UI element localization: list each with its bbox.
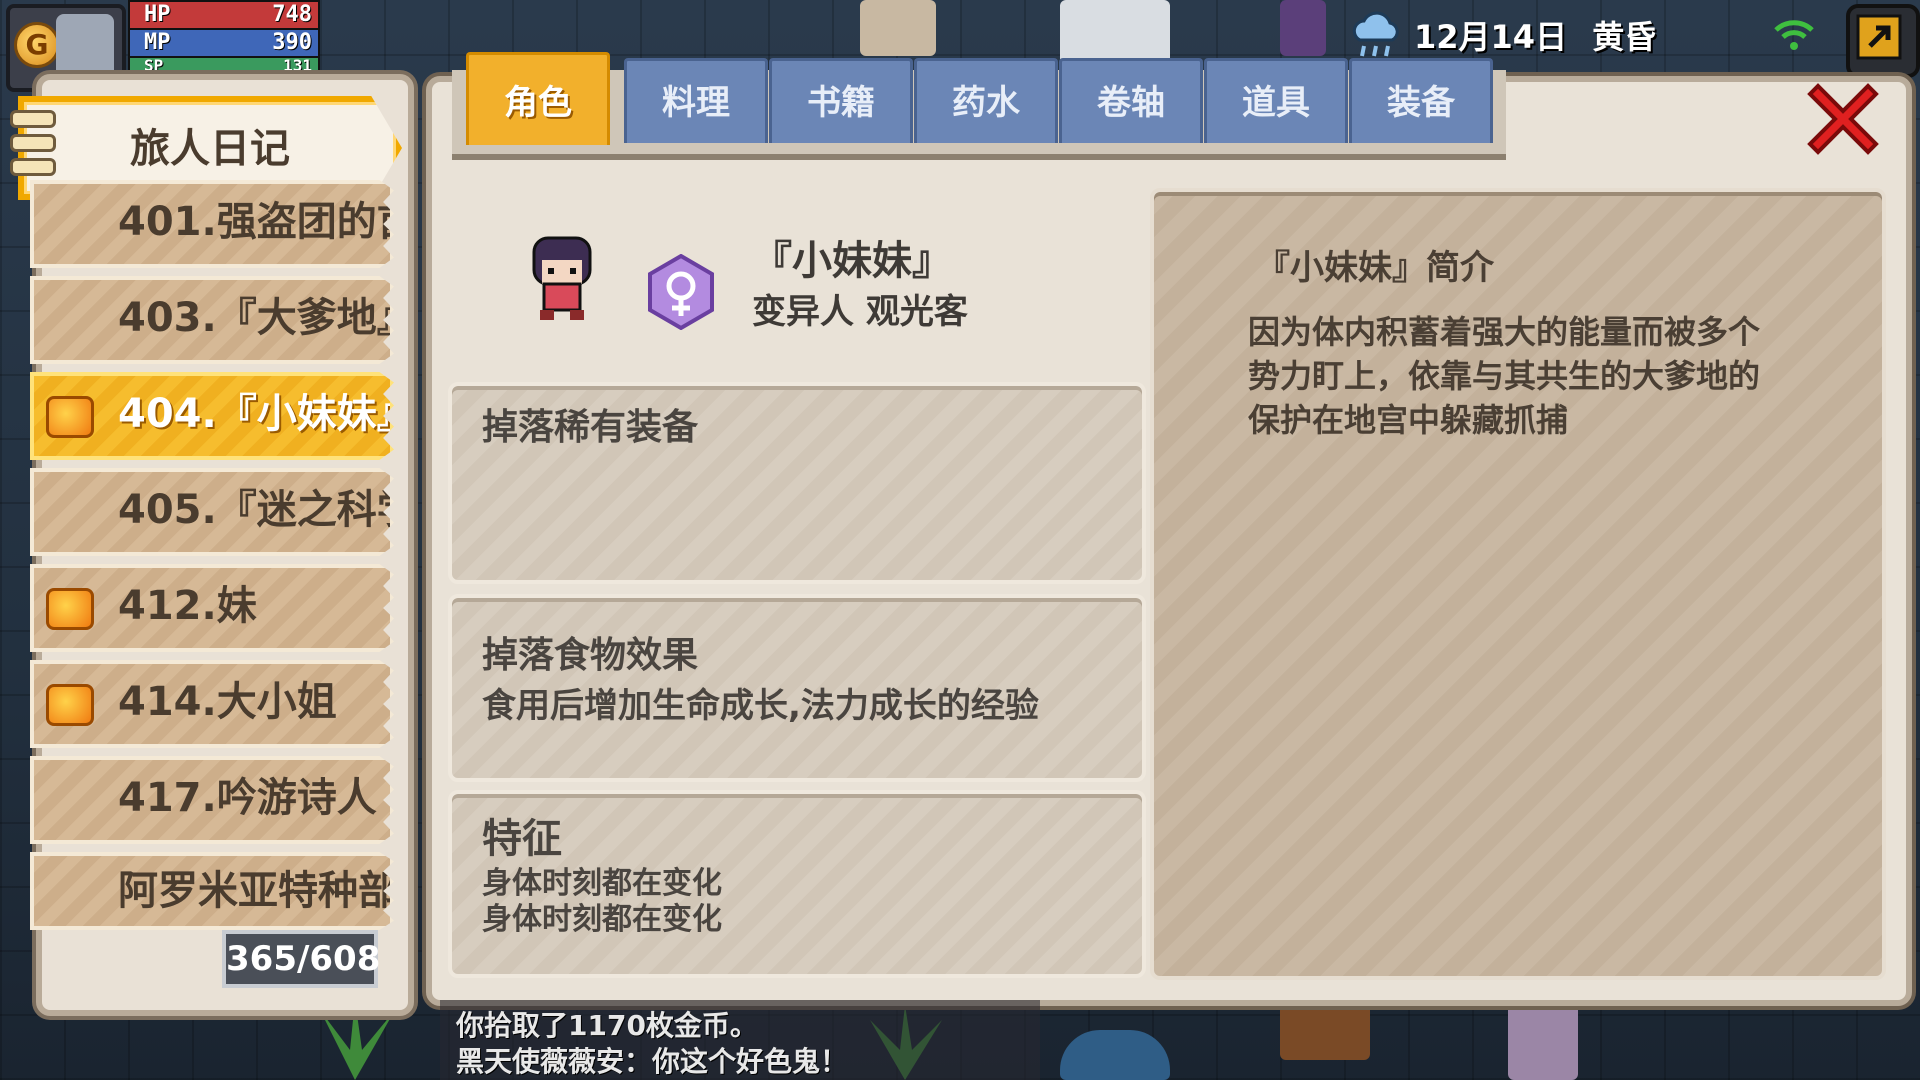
list-item-label: 403.『大爹地』 [118, 295, 394, 341]
character-sprite [532, 236, 592, 320]
tab-character[interactable]: 角色 [466, 52, 610, 145]
npc-sprite [1508, 1000, 1578, 1080]
sp-bar: SP 131 [128, 56, 320, 76]
food-effect-box: 掉落食物效果 食用后增加生命成长,法力成长的经验 [448, 594, 1146, 782]
binder-ring-icon [10, 134, 56, 152]
tab-equipment[interactable]: 装备 [1349, 58, 1493, 143]
close-icon[interactable] [1800, 76, 1886, 162]
rare-equipment-title: 掉落稀有装备 [482, 407, 699, 448]
list-item-5[interactable]: 414.大小姐 [30, 660, 394, 748]
traits-title: 特征 [482, 816, 562, 862]
mp-label: MP [144, 30, 171, 55]
tab-scrolls[interactable]: 卷轴 [1059, 58, 1203, 143]
list-item-label: 405.『迷之科学家 [118, 487, 390, 533]
hp-value: 748 [272, 2, 312, 27]
female-symbol-icon [648, 254, 714, 330]
character-tags: 变异人 观光客 [752, 292, 968, 332]
binder-ring-icon [10, 110, 56, 128]
list-item-7[interactable]: 阿罗米亚特种部 [30, 852, 394, 930]
date-time-display: 12月14日 黄昏 [1414, 12, 1656, 58]
player-avatar [56, 14, 114, 78]
rain-cloud-icon [1352, 11, 1399, 57]
list-item-0[interactable]: 401.强盗团的首 [30, 180, 394, 268]
intro-panel [1150, 188, 1886, 980]
wifi-icon [1774, 20, 1814, 50]
collection-count: 365/608 [222, 930, 380, 988]
pot-sprite [1060, 1030, 1170, 1080]
sp-label: SP [144, 56, 164, 75]
rare-equipment-box: 掉落稀有装备 [448, 382, 1146, 584]
npc-sprite [860, 0, 936, 56]
date-label: 12月14日 [1414, 18, 1568, 56]
npc-sprite [1280, 0, 1326, 56]
intro-body: 因为体内积蓄着强大的能量而被多个 势力盯上，依靠与其共生的大爹地的 保护在地宫中… [1248, 310, 1828, 442]
intro-title: 『小妹妹』简介 [1256, 248, 1494, 288]
food-effect-text: 食用后增加生命成长,法力成长的经验 [482, 686, 1039, 726]
exit-arrow-icon [1856, 14, 1902, 60]
tab-books[interactable]: 书籍 [769, 58, 913, 143]
list-item-label: 401.强盗团的首 [118, 199, 394, 245]
hp-label: HP [144, 2, 171, 27]
list-item-label: 414.大小姐 [118, 679, 337, 725]
list-item-1[interactable]: 403.『大爹地』 [30, 276, 394, 364]
mp-bar: MP 390 [128, 28, 320, 58]
mp-value: 390 [272, 30, 312, 55]
journal-title: 旅人日记 [130, 126, 290, 172]
list-item-3[interactable]: 405.『迷之科学家 [30, 468, 394, 556]
tab-cooking[interactable]: 料理 [624, 58, 768, 143]
list-item-label: 404.『小妹妹』 [118, 391, 394, 437]
chat-message: 你拾取了1170枚金币。 [456, 1009, 758, 1042]
binder-ring-icon [10, 158, 56, 176]
intro-line: 保护在地宫中躲藏抓捕 [1248, 401, 1569, 439]
character-name: 『小妹妹』 [752, 238, 952, 284]
time-of-day-label: 黄昏 [1592, 18, 1657, 56]
tab-potions[interactable]: 药水 [914, 58, 1058, 143]
sp-value: 131 [283, 56, 312, 75]
gem-icon [46, 684, 94, 726]
list-item-label: 412.妹 [118, 583, 257, 629]
list-item-4[interactable]: 412.妹 [30, 564, 394, 652]
gold-coin-icon: G [14, 22, 60, 68]
food-effect-title: 掉落食物效果 [482, 635, 699, 676]
barrel-sprite [1280, 1000, 1370, 1060]
tab-items[interactable]: 道具 [1204, 58, 1348, 143]
gem-icon [46, 396, 94, 438]
gem-icon [46, 588, 94, 630]
hp-bar: HP 748 [128, 0, 320, 30]
traits-box: 特征 身体时刻都在变化 身体时刻都在变化 [448, 790, 1146, 978]
intro-line: 因为体内积蓄着强大的能量而被多个 [1248, 313, 1761, 351]
intro-line: 势力盯上，依靠与其共生的大爹地的 [1248, 357, 1761, 395]
list-item-label: 417.吟游诗人 [118, 775, 377, 821]
list-item-2[interactable]: 404.『小妹妹』 [30, 372, 394, 460]
list-item-6[interactable]: 417.吟游诗人 [30, 756, 394, 844]
wall-tile [1060, 0, 1170, 64]
exit-map-button[interactable] [1846, 4, 1920, 78]
list-item-label: 阿罗米亚特种部 [118, 868, 394, 914]
trait-line: 身体时刻都在变化 [482, 902, 722, 937]
chat-message: 黑天使薇薇安：你这个好色鬼！ [456, 1045, 849, 1078]
